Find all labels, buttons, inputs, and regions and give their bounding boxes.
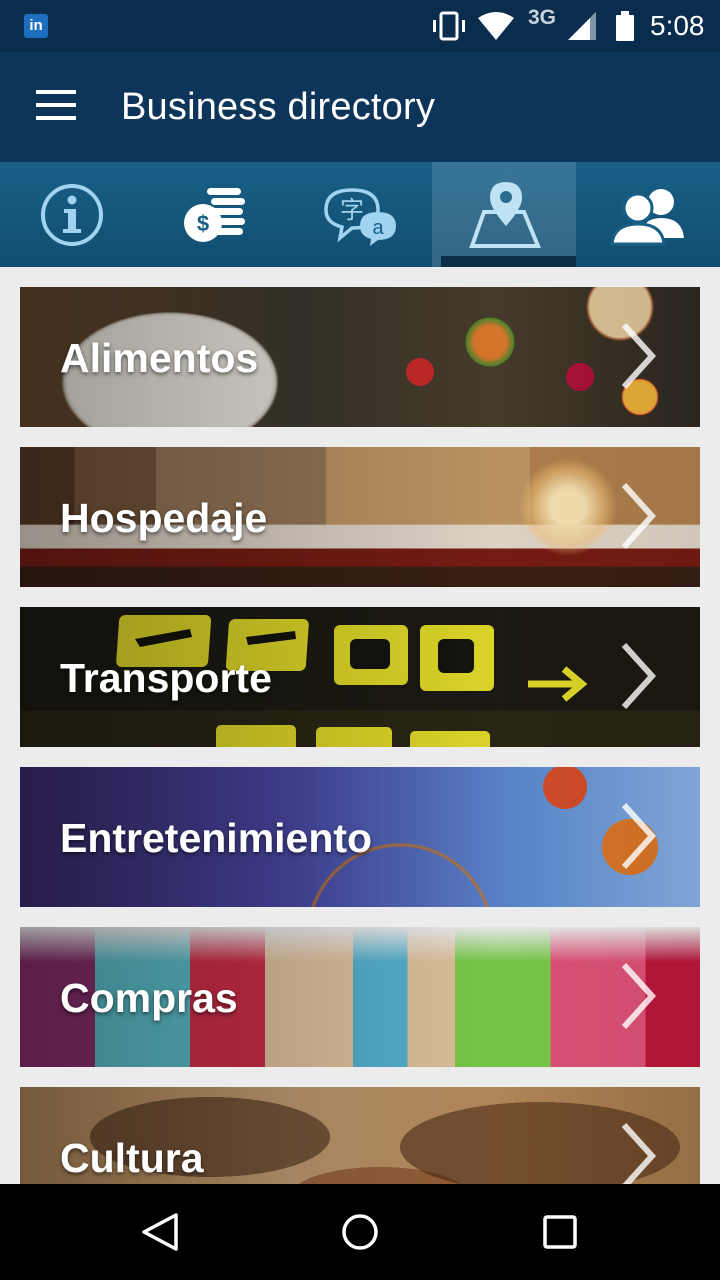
tab-people[interactable]	[576, 162, 720, 267]
chevron-right-icon	[621, 482, 657, 550]
system-nav-bar	[0, 1184, 720, 1280]
vibrate-icon	[433, 11, 465, 41]
category-card-compras[interactable]: Compras	[20, 927, 700, 1067]
category-label: Hospedaje	[60, 495, 268, 541]
network-type-label: 3G	[528, 6, 557, 29]
chevron-right-icon	[621, 802, 657, 870]
tab-info[interactable]	[0, 162, 144, 267]
category-card-alimentos[interactable]: Alimentos	[20, 287, 700, 427]
status-bar: in 3G 5:08	[0, 0, 720, 52]
wifi-icon	[478, 12, 514, 40]
page-title: Business directory	[121, 86, 436, 128]
linkedin-icon: in	[24, 14, 48, 38]
info-icon	[41, 183, 103, 246]
category-card-hospedaje[interactable]: Hospedaje	[20, 447, 700, 587]
signal-icon	[568, 12, 596, 40]
svg-text:字: 字	[340, 196, 364, 224]
screen: in 3G 5:08 Business directory $ 字 a Alim…	[0, 0, 720, 1280]
currency-coins-icon: $	[184, 187, 245, 242]
chevron-right-icon	[621, 642, 657, 710]
category-label: Entretenimiento	[60, 815, 373, 861]
tab-bar: $ 字 a	[0, 162, 720, 267]
map-pin-icon	[469, 181, 541, 248]
svg-text:a: a	[372, 217, 384, 239]
chevron-right-icon	[621, 1122, 657, 1190]
tab-map[interactable]	[432, 162, 576, 267]
category-label: Alimentos	[60, 335, 259, 381]
battery-icon	[616, 11, 634, 41]
recents-square-icon[interactable]	[536, 1208, 584, 1256]
home-circle-icon[interactable]	[336, 1208, 384, 1256]
tab-currency[interactable]: $	[144, 162, 288, 267]
chevron-right-icon	[621, 962, 657, 1030]
category-list: Alimentos Hospedaje Transporte Entreteni…	[20, 287, 700, 1247]
tab-translate[interactable]: 字 a	[288, 162, 432, 267]
translate-icon: 字 a	[324, 187, 396, 246]
category-label: Compras	[60, 975, 238, 1021]
chevron-right-icon	[621, 322, 657, 390]
category-card-transporte[interactable]: Transporte	[20, 607, 700, 747]
category-label: Transporte	[60, 655, 272, 701]
svg-text:$: $	[197, 211, 209, 236]
app-bar: Business directory	[0, 52, 720, 162]
clock: 5:08	[650, 10, 705, 41]
people-icon	[610, 188, 684, 245]
hamburger-menu-icon[interactable]	[30, 90, 82, 126]
back-triangle-icon[interactable]	[136, 1208, 184, 1256]
category-label: Cultura	[60, 1135, 204, 1181]
category-card-entretenimiento[interactable]: Entretenimiento	[20, 767, 700, 907]
